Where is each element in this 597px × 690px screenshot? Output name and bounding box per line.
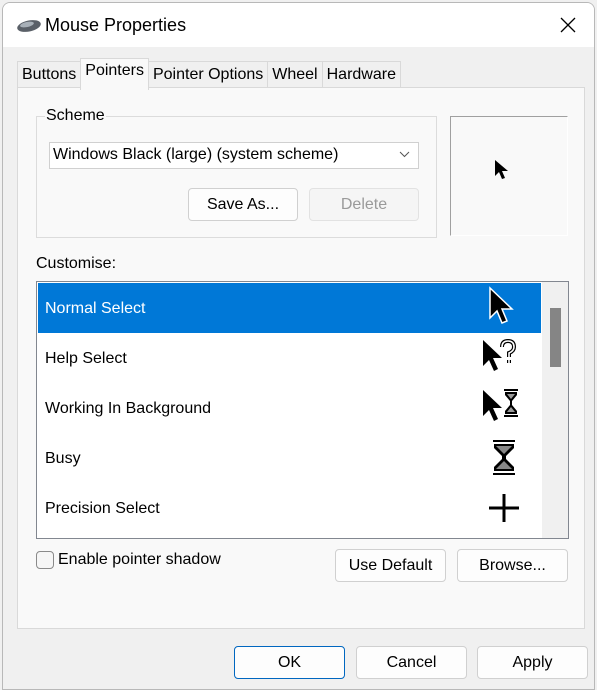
arrow-cursor-icon: [489, 286, 514, 324]
list-item-precision-select[interactable]: Precision Select: [38, 483, 541, 533]
checkbox-box[interactable]: [36, 551, 54, 569]
list-item-working-in-background[interactable]: Working In Background: [38, 383, 541, 433]
list-item-help-select[interactable]: Help Select: [38, 333, 541, 383]
tab-pointer-options[interactable]: Pointer Options: [147, 61, 269, 90]
list-item-normal-select[interactable]: Normal Select: [38, 283, 541, 333]
list-item-label: Help Select: [45, 350, 127, 367]
tab-buttons[interactable]: Buttons: [17, 61, 82, 90]
cursor-preview: [450, 116, 568, 236]
ok-button[interactable]: OK: [234, 646, 345, 679]
window-title: Mouse Properties: [45, 15, 187, 35]
pointers-panel: Scheme Windows Black (large) (system sch…: [17, 87, 585, 629]
scheme-selected-value: Windows Black (large) (system scheme): [53, 146, 339, 163]
enable-pointer-shadow-label: Enable pointer shadow: [58, 551, 221, 568]
cursor-list[interactable]: Normal Select Help Select Working In Bac…: [36, 281, 569, 539]
arrow-cursor-icon: [495, 160, 508, 179]
close-button[interactable]: [546, 5, 590, 45]
list-item-label: Working In Background: [45, 400, 212, 417]
close-icon: [560, 17, 576, 33]
scheme-dropdown[interactable]: Windows Black (large) (system scheme): [49, 142, 419, 169]
list-item-label: Busy: [45, 450, 81, 467]
tab-hardware[interactable]: Hardware: [321, 61, 401, 90]
scheme-label: Scheme: [45, 107, 106, 125]
tab-wheel[interactable]: Wheel: [267, 61, 323, 90]
use-default-button[interactable]: Use Default: [335, 549, 446, 582]
save-as-button[interactable]: Save As...: [188, 188, 298, 221]
tab-strip: Buttons Pointers Pointer Options Wheel H…: [17, 58, 401, 90]
apply-button[interactable]: Apply: [477, 646, 588, 679]
title-bar: Mouse Properties: [3, 3, 594, 47]
list-item-label: Normal Select: [45, 300, 146, 317]
scheme-group: Scheme Windows Black (large) (system sch…: [36, 107, 437, 238]
tab-pointers[interactable]: Pointers: [80, 58, 149, 90]
chevron-down-icon: [399, 151, 410, 158]
mouse-icon: [17, 20, 41, 32]
customise-label: Customise:: [36, 255, 117, 272]
browse-button[interactable]: Browse...: [457, 549, 568, 582]
working-cursor-icon: [483, 389, 518, 421]
list-scrollbar[interactable]: [542, 282, 568, 538]
cancel-button[interactable]: Cancel: [356, 646, 467, 679]
mouse-properties-window: Mouse Properties Buttons Pointers Pointe…: [2, 2, 595, 690]
crosshair-icon: [489, 494, 519, 522]
scrollbar-thumb[interactable]: [550, 308, 561, 367]
help-cursor-icon: [483, 338, 517, 371]
list-item-busy[interactable]: Busy: [38, 433, 541, 483]
delete-button[interactable]: Delete: [309, 188, 419, 221]
enable-pointer-shadow-checkbox[interactable]: Enable pointer shadow: [36, 551, 221, 569]
hourglass-icon: [493, 440, 515, 475]
list-item-label: Precision Select: [45, 500, 160, 517]
